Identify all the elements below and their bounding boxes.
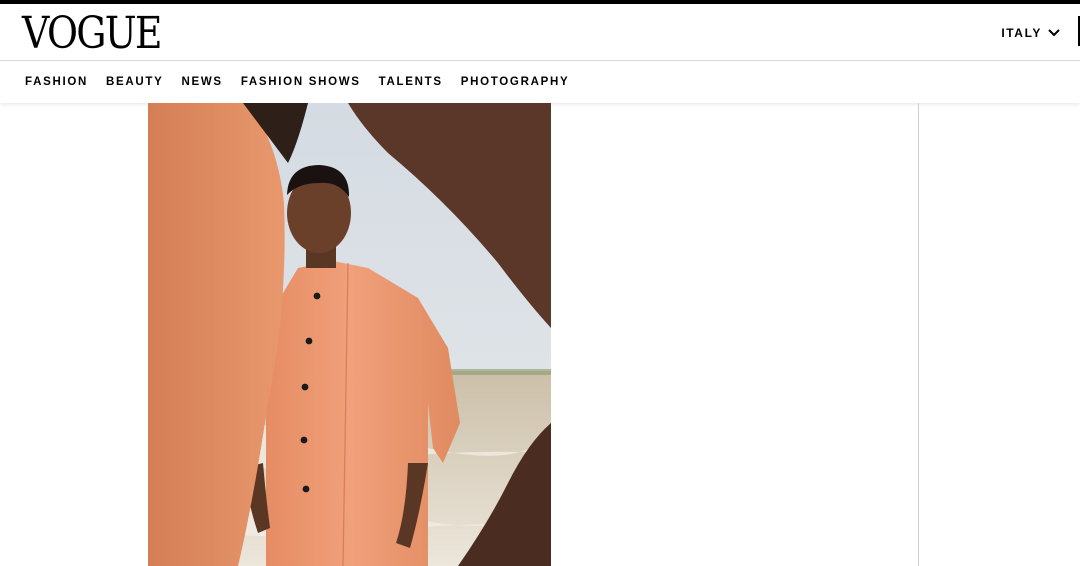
edition-selector[interactable]: ITALY: [1001, 22, 1060, 44]
nav-item-fashion[interactable]: FASHION: [25, 76, 88, 88]
vogue-logo[interactable]: VOGUE: [22, 9, 163, 59]
nav-item-photography[interactable]: PHOTOGRAPHY: [461, 76, 570, 88]
nav-item-beauty[interactable]: BEAUTY: [106, 76, 163, 88]
nav-item-news[interactable]: NEWS: [182, 76, 223, 88]
edition-label: ITALY: [1001, 26, 1042, 40]
article-hero-image: [148, 103, 551, 566]
content-column-divider: [918, 103, 919, 566]
site-header: VOGUE ITALY: [0, 4, 1080, 61]
nav-item-fashion-shows[interactable]: FASHION SHOWS: [241, 76, 361, 88]
chevron-down-icon: [1048, 29, 1060, 37]
nav-item-talents[interactable]: TALENTS: [379, 76, 443, 88]
main-navigation: FASHION BEAUTY NEWS FASHION SHOWS TALENT…: [0, 61, 1080, 103]
